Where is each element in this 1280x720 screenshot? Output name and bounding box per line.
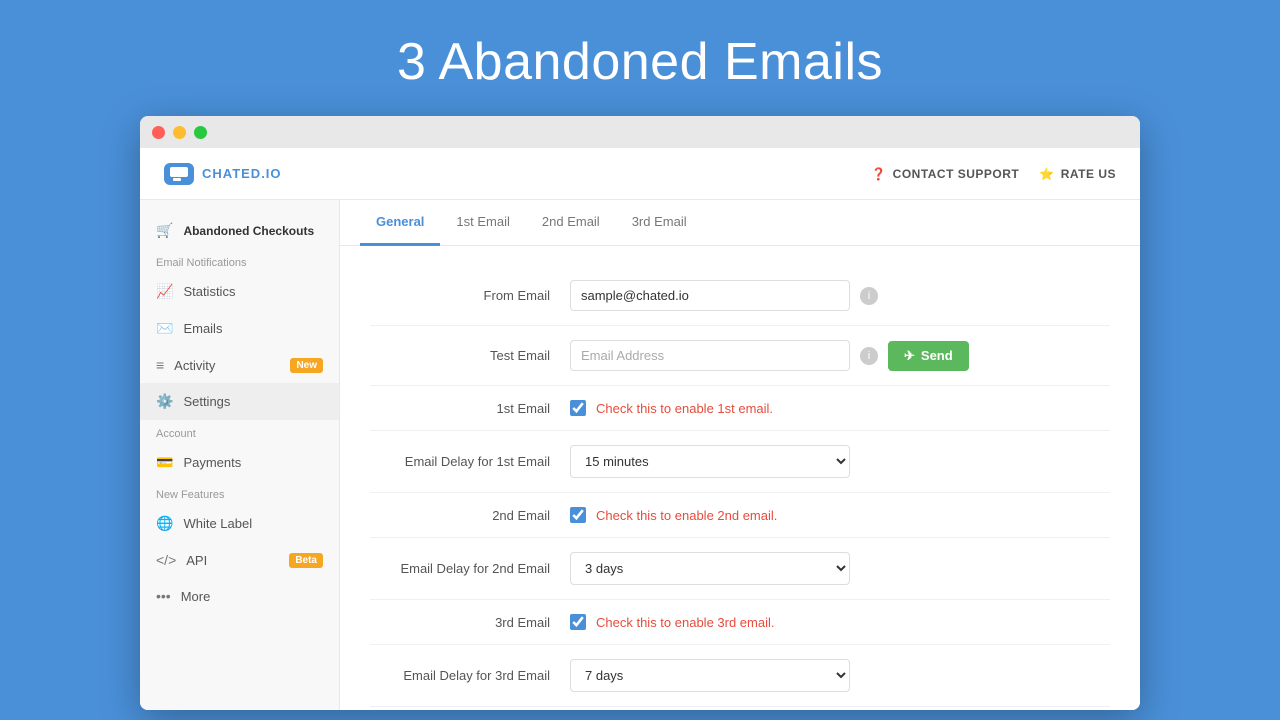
statistics-icon: 📈 (156, 283, 173, 300)
more-icon: ••• (156, 588, 171, 604)
sidebar-label: Activity (174, 358, 215, 373)
app-header: CHATED.IO ❓ CONTACT SUPPORT ⭐ RATE US (140, 148, 1140, 200)
sidebar-label: Abandoned Checkouts (183, 224, 314, 238)
sidebar-item-settings[interactable]: ⚙️ Settings (140, 383, 339, 420)
sidebar-item-emails[interactable]: ✉️ Emails (140, 310, 339, 347)
delay-2nd-label: Email Delay for 2nd Email (370, 561, 570, 576)
sidebar-item-more[interactable]: ••• More (140, 578, 339, 614)
payments-icon: 💳 (156, 454, 173, 471)
second-email-wrapper: Check this to enable 2nd email. (570, 507, 777, 523)
tab-3rd-email[interactable]: 3rd Email (616, 200, 703, 246)
api-beta-badge: Beta (289, 553, 323, 568)
app-container: CHATED.IO ❓ CONTACT SUPPORT ⭐ RATE US 🛒 … (140, 148, 1140, 710)
delay-1st-label: Email Delay for 1st Email (370, 454, 570, 469)
tab-general[interactable]: General (360, 200, 440, 246)
sidebar-item-payments[interactable]: 💳 Payments (140, 444, 339, 481)
sidebar-label: More (181, 589, 211, 604)
sidebar-label: Settings (183, 394, 230, 409)
titlebar (140, 116, 1140, 148)
send-button[interactable]: ✈ Send (888, 341, 969, 371)
globe-icon: 🌐 (156, 515, 173, 532)
second-email-label: 2nd Email (370, 508, 570, 523)
from-email-info-icon[interactable]: i (860, 287, 878, 305)
logo-icon (164, 163, 194, 185)
third-email-checkbox[interactable] (570, 614, 586, 630)
third-email-label: 3rd Email (370, 615, 570, 630)
contact-support-button[interactable]: ❓ CONTACT SUPPORT (871, 167, 1019, 181)
email-notifications-label: Email Notifications (140, 249, 339, 273)
first-email-wrapper: Check this to enable 1st email. (570, 400, 773, 416)
first-email-check-text: Check this to enable 1st email. (596, 401, 773, 416)
sidebar-item-activity[interactable]: ≡ Activity New (140, 347, 339, 383)
emails-icon: ✉️ (156, 320, 173, 337)
from-email-label: From Email (370, 288, 570, 303)
delay-1st-select[interactable]: 15 minutes 30 minutes 1 hour 2 hours (570, 445, 850, 478)
logo-area: CHATED.IO (164, 163, 282, 185)
header-actions: ❓ CONTACT SUPPORT ⭐ RATE US (871, 167, 1116, 181)
delay-2nd-row: Email Delay for 2nd Email 1 day 2 days 3… (370, 538, 1110, 600)
main-content: 🛒 Abandoned Checkouts Email Notification… (140, 200, 1140, 710)
sidebar-item-white-label[interactable]: 🌐 White Label (140, 505, 339, 542)
delay-2nd-select[interactable]: 1 day 2 days 3 days 5 days 7 days (570, 552, 850, 585)
tab-1st-email[interactable]: 1st Email (440, 200, 525, 246)
form-area: From Email i Test Email i ✈ Send (340, 246, 1140, 710)
sidebar: 🛒 Abandoned Checkouts Email Notification… (140, 200, 340, 710)
minimize-button[interactable] (173, 126, 186, 139)
maximize-button[interactable] (194, 126, 207, 139)
test-email-row: Test Email i ✈ Send (370, 326, 1110, 386)
activity-icon: ≡ (156, 357, 164, 373)
test-email-input[interactable] (570, 340, 850, 371)
sidebar-label: White Label (183, 516, 252, 531)
test-email-info-icon[interactable]: i (860, 347, 878, 365)
rate-us-button[interactable]: ⭐ RATE US (1039, 167, 1116, 181)
send-icon: ✈ (904, 348, 915, 364)
second-email-check-text: Check this to enable 2nd email. (596, 508, 777, 523)
new-features-label: New Features (140, 481, 339, 505)
third-email-row: 3rd Email Check this to enable 3rd email… (370, 600, 1110, 645)
sidebar-label: API (186, 553, 207, 568)
settings-icon: ⚙️ (156, 393, 173, 410)
content-area: General 1st Email 2nd Email 3rd Email Fr… (340, 200, 1140, 710)
sidebar-label: Emails (183, 321, 222, 336)
first-email-row: 1st Email Check this to enable 1st email… (370, 386, 1110, 431)
delay-3rd-row: Email Delay for 3rd Email 1 day 3 days 5… (370, 645, 1110, 707)
test-email-label: Test Email (370, 348, 570, 363)
third-email-wrapper: Check this to enable 3rd email. (570, 614, 774, 630)
page-title: 3 Abandoned Emails (397, 0, 883, 116)
from-email-input[interactable] (570, 280, 850, 311)
tabs-container: General 1st Email 2nd Email 3rd Email (340, 200, 1140, 246)
sidebar-item-abandoned-checkouts[interactable]: 🛒 Abandoned Checkouts (140, 212, 339, 249)
second-email-checkbox[interactable] (570, 507, 586, 523)
sidebar-label: Payments (183, 455, 241, 470)
account-label: Account (140, 420, 339, 444)
cart-icon: 🛒 (156, 222, 173, 239)
activity-new-badge: New (290, 358, 323, 373)
sidebar-item-statistics[interactable]: 📈 Statistics (140, 273, 339, 310)
sidebar-item-api[interactable]: </> API Beta (140, 542, 339, 578)
sidebar-label: Statistics (183, 284, 235, 299)
first-email-checkbox[interactable] (570, 400, 586, 416)
second-email-row: 2nd Email Check this to enable 2nd email… (370, 493, 1110, 538)
delay-3rd-select[interactable]: 1 day 3 days 5 days 7 days 14 days (570, 659, 850, 692)
from-email-row: From Email i (370, 266, 1110, 326)
delay-1st-row: Email Delay for 1st Email 15 minutes 30 … (370, 431, 1110, 493)
star-icon: ⭐ (1039, 167, 1054, 181)
logo-text: CHATED.IO (202, 166, 282, 181)
api-icon: </> (156, 552, 176, 568)
delay-3rd-label: Email Delay for 3rd Email (370, 668, 570, 683)
close-button[interactable] (152, 126, 165, 139)
app-window: CHATED.IO ❓ CONTACT SUPPORT ⭐ RATE US 🛒 … (140, 116, 1140, 710)
question-icon: ❓ (871, 167, 886, 181)
third-email-check-text: Check this to enable 3rd email. (596, 615, 774, 630)
first-email-label: 1st Email (370, 401, 570, 416)
tab-2nd-email[interactable]: 2nd Email (526, 200, 616, 246)
